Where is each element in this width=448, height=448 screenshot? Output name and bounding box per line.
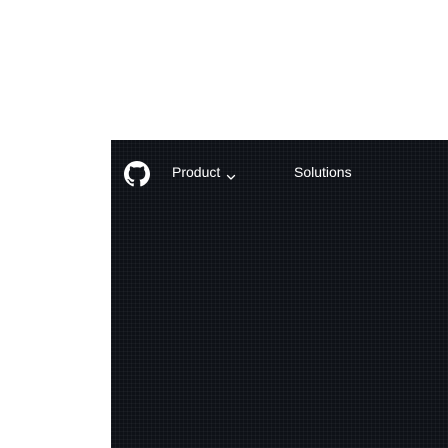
github-mark-icon[interactable] [124,161,150,187]
site-header: Product Solutions [111,140,448,204]
nav-item-label: Solutions [294,164,352,180]
nav-item-label: Product [172,164,221,180]
nav-item-solutions[interactable]: Solutions [294,162,352,182]
browser-viewport: Product Solutions [111,140,448,448]
page: Product Solutions [0,0,448,448]
nav-item-product[interactable]: Product [172,162,236,182]
chevron-down-icon [226,167,236,180]
